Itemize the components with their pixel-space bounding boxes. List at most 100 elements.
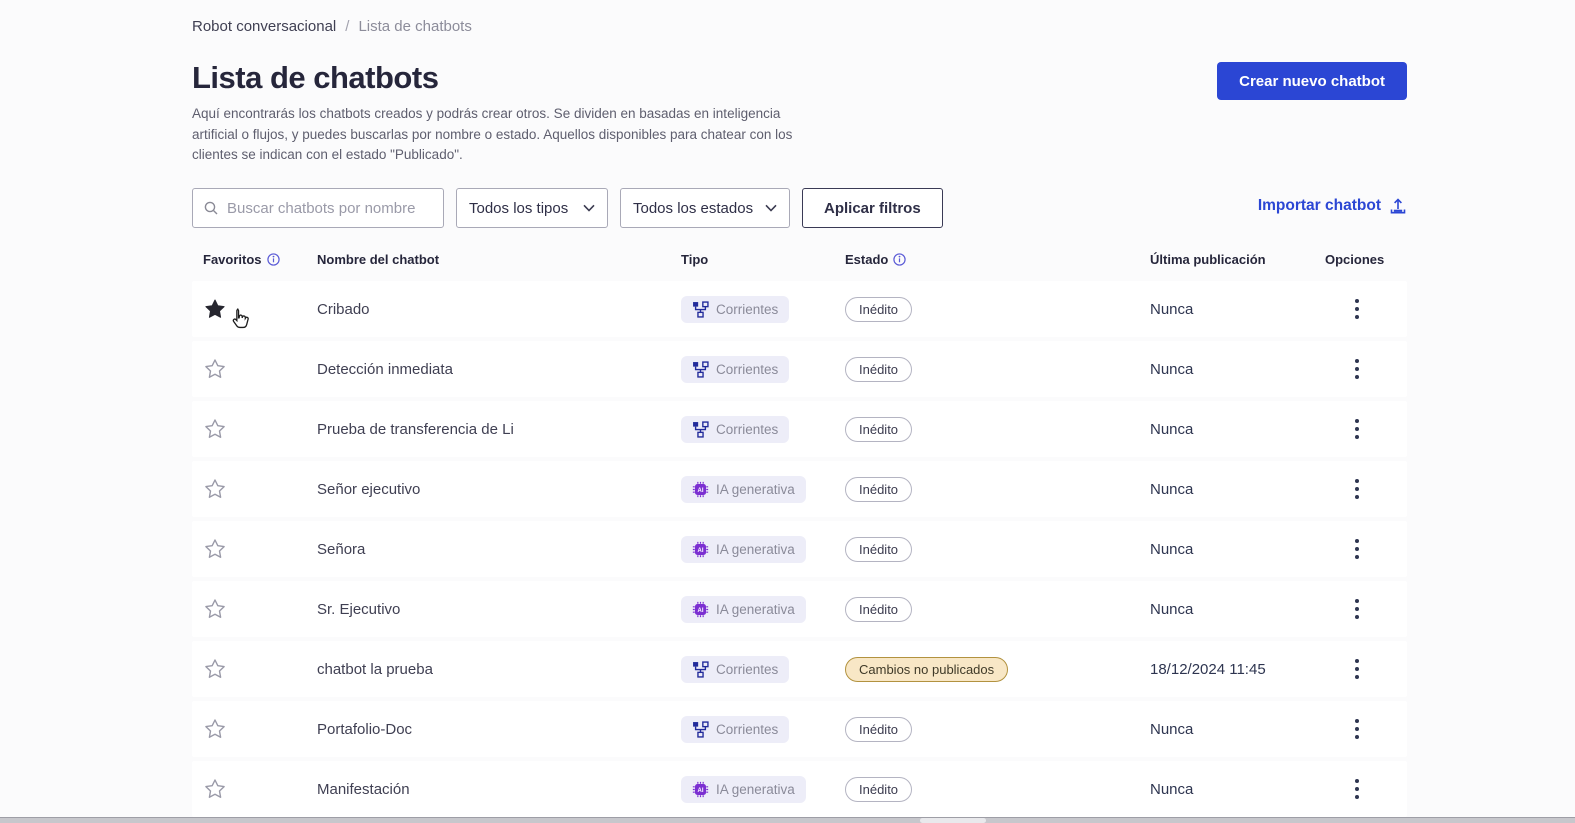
info-icon[interactable] <box>266 252 280 266</box>
last-publication: Nunca <box>1150 720 1194 738</box>
chatbot-name: Prueba de transferencia de Li <box>317 420 514 438</box>
favorite-star-icon[interactable] <box>203 417 227 441</box>
status-label: Inédito <box>859 481 899 497</box>
kebab-menu-icon[interactable] <box>1351 715 1363 743</box>
table-row[interactable]: Manifestación AI IA generativa Inédito N… <box>192 761 1407 817</box>
favorite-star-icon[interactable] <box>203 777 227 801</box>
name-header-label: Nombre del chatbot <box>317 251 440 267</box>
status-badge: Inédito <box>845 716 913 742</box>
chatbot-name: Manifestación <box>317 780 410 798</box>
status-label: Inédito <box>859 781 899 797</box>
table-row[interactable]: Prueba de transferencia de Li AI <box>192 401 1407 457</box>
type-badge: AI IA generativa <box>681 535 806 563</box>
import-chatbot-label: Importar chatbot <box>1257 197 1381 214</box>
apply-filters-button[interactable]: Aplicar filtros <box>802 188 943 228</box>
state-header-label: Estado <box>845 251 889 267</box>
chatbot-name: Señor ejecutivo <box>317 480 421 498</box>
type-badge: AI Corrientes <box>681 355 790 383</box>
breadcrumb-current: Lista de chatbots <box>358 18 472 35</box>
last-publication: Nunca <box>1150 780 1194 798</box>
table-header: Favoritos Nombre del chatbot Tipo Estado… <box>192 250 1407 268</box>
favorite-star-icon[interactable] <box>203 717 227 741</box>
table-row[interactable]: Detección inmediata AI <box>192 341 1407 397</box>
type-label: Corrientes <box>716 301 779 317</box>
breadcrumb-separator: / <box>345 18 350 35</box>
table-body: Cribado AI <box>192 281 1407 817</box>
column-header-name: Nombre del chatbot <box>317 252 681 267</box>
search-box[interactable] <box>192 188 444 228</box>
horizontal-scrollbar[interactable] <box>0 817 1575 823</box>
status-badge: Inédito <box>845 416 913 442</box>
chatbot-name: Sr. Ejecutivo <box>317 600 401 618</box>
chatbot-name: Portafolio-Doc <box>317 720 413 738</box>
kebab-menu-icon[interactable] <box>1351 595 1363 623</box>
table-row[interactable]: Señora AI IA generativa Inédito Nunca <box>192 521 1407 577</box>
type-filter-value: Todos los tipos <box>469 199 569 217</box>
type-label: Corrientes <box>716 361 779 377</box>
create-chatbot-button[interactable]: Crear nuevo chatbot <box>1217 62 1407 100</box>
status-label: Inédito <box>859 601 899 617</box>
type-label: IA generativa <box>716 481 795 497</box>
favorite-star-icon[interactable] <box>203 357 227 381</box>
column-header-type: Tipo <box>681 252 845 267</box>
type-badge: AI IA generativa <box>681 595 806 623</box>
ai-chip-icon: AI <box>692 541 709 558</box>
favorites-header-label: Favoritos <box>203 251 262 267</box>
last-publication: Nunca <box>1150 600 1194 618</box>
status-badge: Inédito <box>845 776 913 802</box>
favorite-star-icon[interactable] <box>203 537 227 561</box>
status-badge: Inédito <box>845 476 913 502</box>
type-label: Corrientes <box>716 421 779 437</box>
last-publication: Nunca <box>1150 420 1194 438</box>
chatbot-name: Detección inmediata <box>317 360 453 378</box>
status-label: Cambios no publicados <box>859 661 995 677</box>
column-header-options: Opciones <box>1325 252 1407 267</box>
state-filter-select[interactable]: Todos los estados <box>620 188 790 228</box>
table-row[interactable]: Señor ejecutivo AI IA generativa Inédito… <box>192 461 1407 517</box>
favorite-star-filled-icon[interactable] <box>203 297 227 321</box>
breadcrumb-parent[interactable]: Robot conversacional <box>192 18 336 35</box>
type-label: Corrientes <box>716 721 779 737</box>
status-label: Inédito <box>859 361 899 377</box>
status-badge: Inédito <box>845 356 913 382</box>
flow-diagram-icon <box>692 720 709 738</box>
kebab-menu-icon[interactable] <box>1351 475 1363 503</box>
chatbot-name: chatbot la prueba <box>317 660 433 678</box>
type-filter-select[interactable]: Todos los tipos <box>456 188 608 228</box>
favorite-star-icon[interactable] <box>203 477 227 501</box>
status-badge: Inédito <box>845 296 913 322</box>
table-row[interactable]: Cribado AI <box>192 281 1407 337</box>
kebab-menu-icon[interactable] <box>1351 295 1363 323</box>
kebab-menu-icon[interactable] <box>1351 355 1363 383</box>
ai-chip-icon: AI <box>692 481 709 498</box>
type-label: Corrientes <box>716 661 779 677</box>
chevron-down-icon <box>583 204 595 212</box>
info-icon[interactable] <box>893 252 907 266</box>
type-label: IA generativa <box>716 601 795 617</box>
status-badge: Inédito <box>845 596 913 622</box>
kebab-menu-icon[interactable] <box>1351 535 1363 563</box>
chatbot-name: Cribado <box>317 300 370 318</box>
status-badge: Cambios no publicados <box>845 656 1009 682</box>
kebab-menu-icon[interactable] <box>1351 415 1363 443</box>
chevron-down-icon <box>765 204 777 212</box>
favorite-star-icon[interactable] <box>203 657 227 681</box>
scrollbar-thumb[interactable] <box>920 818 986 823</box>
kebab-menu-icon[interactable] <box>1351 775 1363 803</box>
favorite-star-icon[interactable] <box>203 597 227 621</box>
table-row[interactable]: Portafolio-Doc AI <box>192 701 1407 757</box>
type-badge: AI Corrientes <box>681 295 790 323</box>
table-row[interactable]: chatbot la prueba AI <box>192 641 1407 697</box>
svg-text:AI: AI <box>698 607 704 613</box>
flow-diagram-icon <box>692 360 709 378</box>
import-chatbot-link[interactable]: Importar chatbot <box>1258 197 1407 215</box>
chatbot-table: Favoritos Nombre del chatbot Tipo Estado… <box>192 250 1407 821</box>
column-header-last-publication: Última publicación <box>1150 252 1325 267</box>
kebab-menu-icon[interactable] <box>1351 655 1363 683</box>
last-publication-header-label: Última publicación <box>1150 251 1266 267</box>
options-header-label: Opciones <box>1325 251 1385 267</box>
search-input[interactable] <box>227 199 433 217</box>
type-label: IA generativa <box>716 781 795 797</box>
table-row[interactable]: Sr. Ejecutivo AI IA generativa Inédito N… <box>192 581 1407 637</box>
breadcrumb: Robot conversacional / Lista de chatbots <box>192 18 472 35</box>
